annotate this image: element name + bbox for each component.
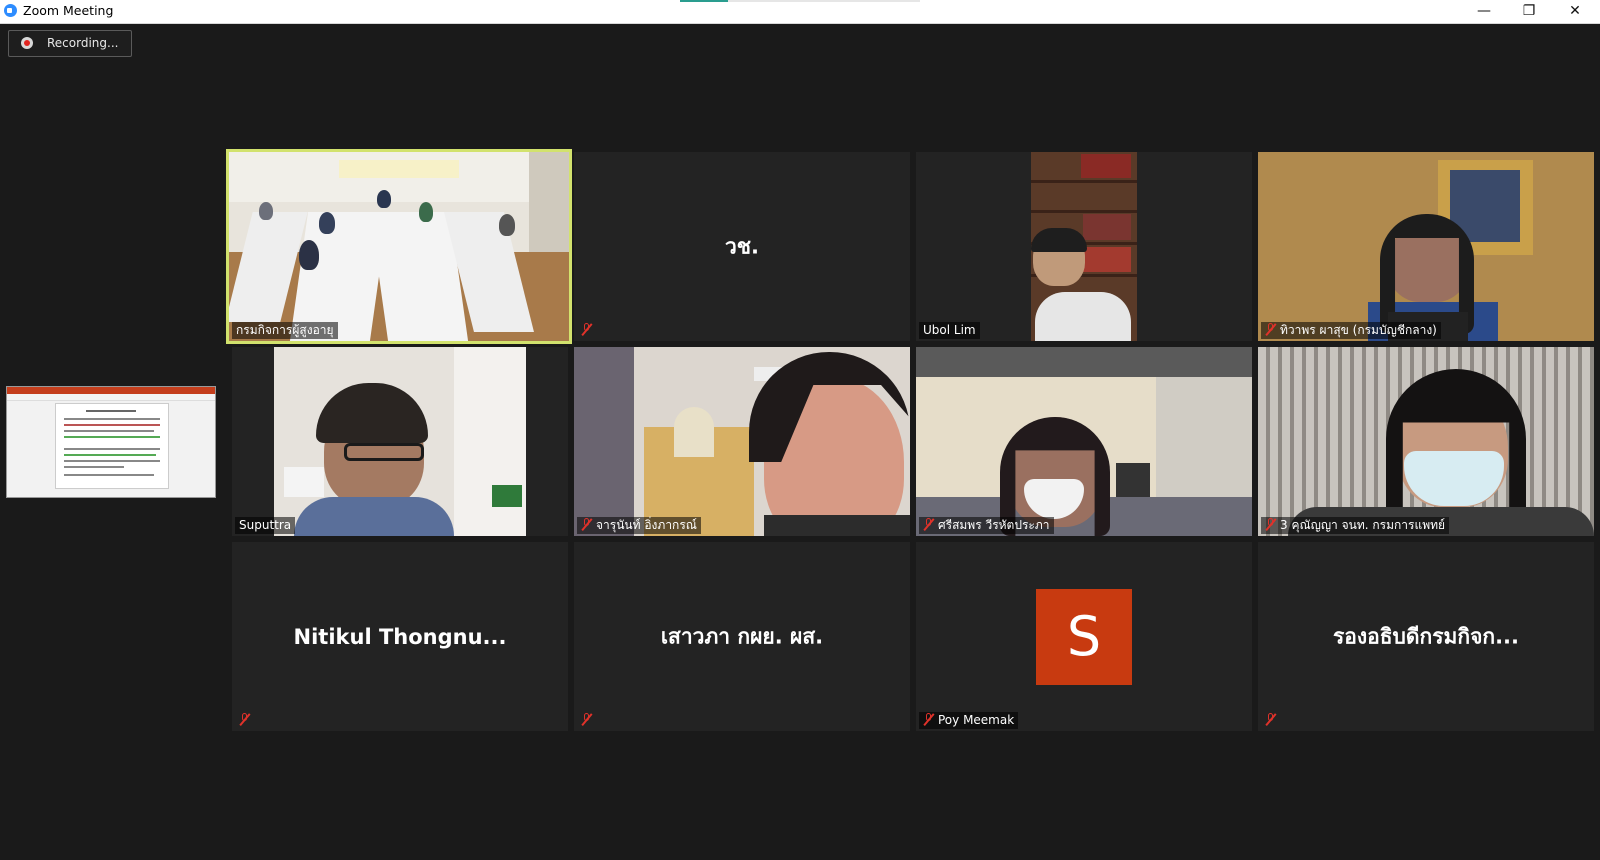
muted-mic-icon [1265, 518, 1276, 531]
muted-mic-icon [923, 713, 934, 726]
participant-tile[interactable]: Nitikul Thongnu... [232, 542, 568, 731]
recording-label: Recording... [47, 36, 119, 50]
participant-tile[interactable]: กรมกิจการผู้สูงอายุ [229, 152, 569, 341]
participant-display-name: วช. [724, 234, 760, 258]
participant-tile[interactable]: S Poy Meemak [916, 542, 1252, 731]
participant-tile[interactable]: วช. [574, 152, 910, 341]
muted-mic-icon [581, 323, 592, 336]
recording-indicator[interactable]: Recording... [8, 30, 132, 57]
participant-video [574, 347, 910, 536]
participant-tile[interactable]: เสาวภา กผย. ผส. [574, 542, 910, 731]
participant-name: Ubol Lim [919, 322, 980, 339]
participant-name: ทิวาพร ผาสุข (กรมบัญชีกลาง) [1261, 322, 1441, 339]
zoom-app-icon [4, 4, 17, 17]
participant-video [1031, 152, 1137, 341]
muted-mic-icon [581, 713, 592, 726]
participant-name: จารุนันท์ อิ่งภากรณ์ [577, 517, 701, 534]
participant-name [235, 712, 258, 729]
participant-video [274, 347, 526, 536]
participant-name: ศรีสมพร วีรหัตประภา [919, 517, 1054, 534]
title-bar: Zoom Meeting — ❐ ✕ [0, 0, 1600, 24]
minimize-button[interactable]: — [1461, 0, 1507, 23]
participant-tile[interactable]: Suputtra [232, 347, 568, 536]
participant-name: 3 คุณัญญา จนท. กรมการแพทย์ [1261, 517, 1450, 534]
participant-video [1258, 347, 1594, 536]
muted-mic-icon [1265, 323, 1276, 336]
participant-name [577, 712, 600, 729]
close-button[interactable]: ✕ [1552, 0, 1598, 23]
participant-name [577, 322, 600, 339]
participant-video [916, 347, 1252, 536]
screen-share-thumbnail[interactable] [6, 386, 216, 498]
window-title: Zoom Meeting [23, 3, 114, 18]
participant-display-name: รองอธิบดีกรมกิจก... [1332, 624, 1520, 648]
avatar: S [1036, 588, 1132, 685]
participant-tile[interactable]: ศรีสมพร วีรหัตประภา [916, 347, 1252, 536]
participant-video [1258, 152, 1594, 341]
participant-display-name: เสาวภา กผย. ผส. [660, 624, 824, 648]
muted-mic-icon [1265, 713, 1276, 726]
participant-name: Suputtra [235, 517, 296, 534]
participant-tile[interactable]: จารุนันท์ อิ่งภากรณ์ [574, 347, 910, 536]
conference-room-video [229, 152, 569, 341]
participant-display-name: Nitikul Thongnu... [293, 624, 507, 649]
muted-mic-icon [923, 518, 934, 531]
participant-tile[interactable]: ทิวาพร ผาสุข (กรมบัญชีกลาง) [1258, 152, 1594, 341]
restore-button[interactable]: ❐ [1506, 0, 1552, 23]
participant-name: กรมกิจการผู้สูงอายุ [232, 322, 338, 339]
muted-mic-icon [581, 518, 592, 531]
participant-tile[interactable]: รองอธิบดีกรมกิจก... [1258, 542, 1594, 731]
slide-preview [55, 403, 169, 489]
record-icon [21, 37, 33, 49]
participant-tile[interactable]: Ubol Lim [916, 152, 1252, 341]
participant-tile[interactable]: 3 คุณัญญา จนท. กรมการแพทย์ [1258, 347, 1594, 536]
muted-mic-icon [239, 713, 250, 726]
ribbon-bar [7, 387, 215, 394]
participant-name: Poy Meemak [919, 712, 1019, 729]
loading-strip [680, 0, 920, 2]
participant-name [1261, 712, 1284, 729]
